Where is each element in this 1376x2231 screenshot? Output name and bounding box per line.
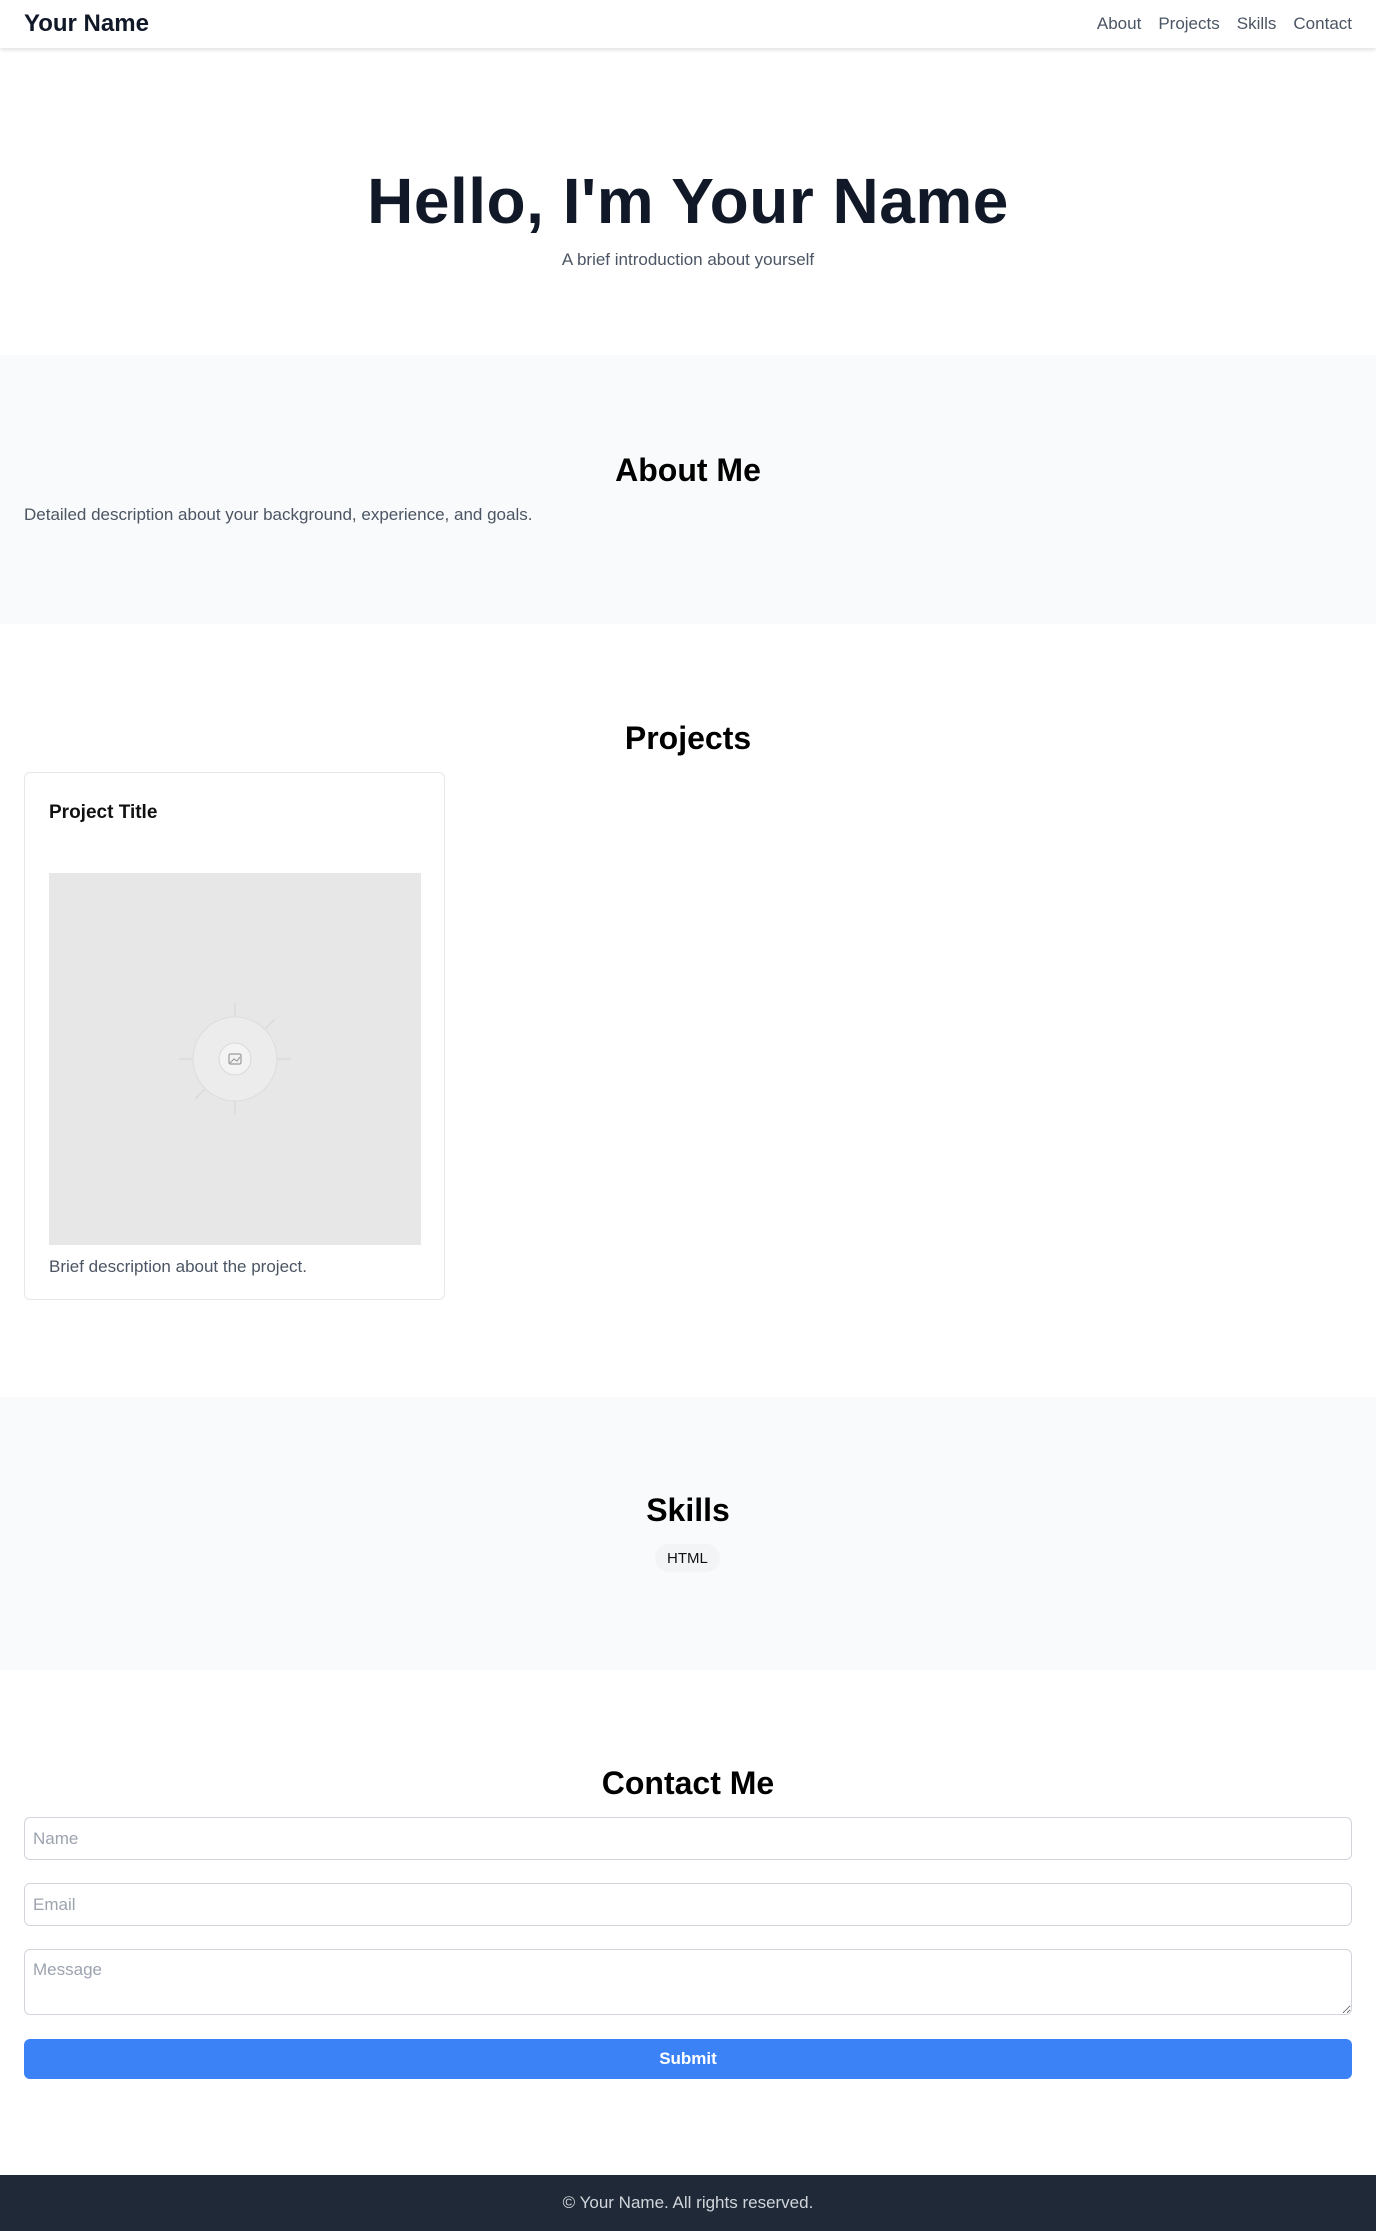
email-input[interactable] [24,1883,1352,1926]
nav-links: About Projects Skills Contact [1097,14,1352,34]
project-image [49,873,421,1245]
skills-heading: Skills [646,1492,730,1528]
projects-section: Projects Project Title Brief description… [0,624,1376,1397]
project-description: Brief description about the project. [49,1257,307,1276]
nav-link-contact[interactable]: Contact [1293,14,1352,34]
projects-heading: Projects [624,720,752,756]
skills-section: Skills HTML [0,1397,1376,1670]
project-card: Project Title Brief description about th… [24,772,445,1300]
nav-link-projects[interactable]: Projects [1158,14,1219,34]
site-brand[interactable]: Your Name [24,10,149,38]
image-placeholder-icon [179,1003,291,1115]
skill-chip: HTML [655,1544,720,1572]
about-heading: About Me [615,452,761,488]
hero-title: Hello, I'm Your Name [367,164,1009,237]
name-input[interactable] [24,1817,1352,1860]
hero-subtitle: A brief introduction about yourself [561,249,815,269]
about-section: About Me Detailed description about your… [0,355,1376,624]
nav-link-about[interactable]: About [1097,14,1141,34]
top-navbar: Your Name About Projects Skills Contact [0,0,1376,48]
project-title: Project Title [49,802,158,823]
footer: © Your Name. All rights reserved. [0,2175,1376,2231]
contact-section: Contact Me Submit [0,1670,1376,2175]
footer-copyright: © Your Name. All rights reserved. [562,2193,814,2212]
submit-button[interactable]: Submit [24,2039,1352,2079]
nav-link-skills[interactable]: Skills [1237,14,1277,34]
contact-heading: Contact Me [601,1765,775,1801]
message-textarea[interactable] [24,1949,1352,2015]
about-text: Detailed description about your backgrou… [24,505,533,524]
hero-section: Hello, I'm Your Name A brief introductio… [0,48,1376,355]
